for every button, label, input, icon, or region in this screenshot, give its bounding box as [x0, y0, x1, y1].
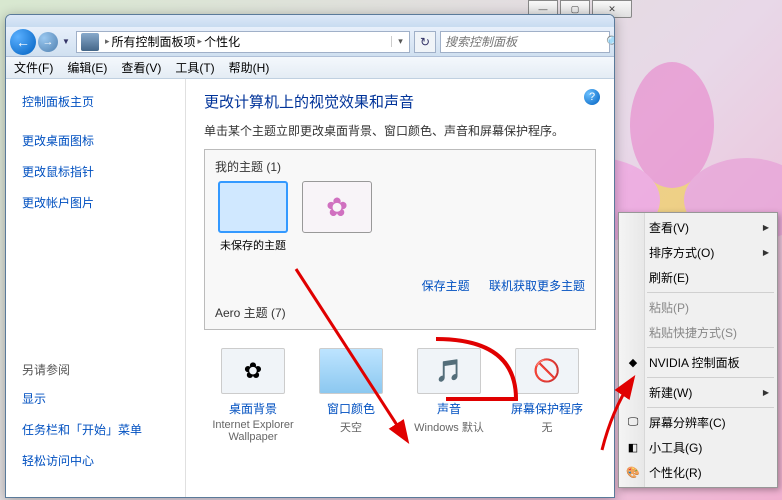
theme-label: 未保存的主题 [215, 237, 291, 253]
sounds-thumb: 🎵 [417, 348, 481, 394]
desktop-background-item[interactable]: ✿ 桌面背景 Internet Explorer Wallpaper [209, 348, 297, 443]
cm-resolution[interactable]: 🖵 屏幕分辨率(C) [621, 410, 775, 435]
personalization-window: ← → ▼ ▸ 所有控制面板项 ▸ 个性化 ▾ ↻ 🔍 文件(F) 编辑(E) … [5, 14, 615, 498]
bottom-settings-row: ✿ 桌面背景 Internet Explorer Wallpaper 窗口颜色 … [204, 348, 596, 443]
separator [647, 292, 774, 293]
help-icon[interactable]: ? [584, 89, 600, 105]
cm-refresh[interactable]: 刷新(E) [621, 265, 775, 290]
get-more-themes-link[interactable]: 联机获取更多主题 [489, 279, 585, 293]
cm-label: 屏幕分辨率(C) [649, 414, 726, 431]
cm-nvidia[interactable]: ◆ NVIDIA 控制面板 [621, 350, 775, 375]
cm-label: NVIDIA 控制面板 [649, 354, 740, 371]
sidebar-home[interactable]: 控制面板主页 [22, 93, 169, 110]
theme-preview[interactable] [299, 181, 375, 237]
theme-thumbnail [218, 181, 288, 233]
search-box[interactable]: 🔍 [440, 31, 610, 53]
gadget-icon: ◧ [625, 440, 641, 456]
menu-file[interactable]: 文件(F) [14, 59, 53, 76]
sidebar-item-taskbar[interactable]: 任务栏和「开始」菜单 [22, 421, 169, 438]
cm-sort[interactable]: 排序方式(O) [621, 240, 775, 265]
window-color-thumb [319, 348, 383, 394]
bottom-label: 屏幕保护程序 [503, 400, 591, 417]
bottom-sub: 天空 [307, 419, 395, 435]
sidebar-item-account-picture[interactable]: 更改帐户图片 [22, 194, 169, 211]
window-color-item[interactable]: 窗口颜色 天空 [307, 348, 395, 443]
cm-paste-shortcut: 粘贴快捷方式(S) [621, 320, 775, 345]
sidebar-item-ease-of-access[interactable]: 轻松访问中心 [22, 452, 169, 469]
search-input[interactable] [441, 35, 606, 49]
cm-paste: 粘贴(P) [621, 295, 775, 320]
page-subtitle: 单击某个主题立即更改桌面背景、窗口颜色、声音和屏幕保护程序。 [204, 122, 596, 139]
sidebar-see-also-header: 另请参阅 [22, 361, 169, 378]
separator [647, 347, 774, 348]
cm-view[interactable]: 查看(V) [621, 215, 775, 240]
separator [647, 377, 774, 378]
main-panel: ? 更改计算机上的视觉效果和声音 单击某个主题立即更改桌面背景、窗口颜色、声音和… [186, 79, 614, 497]
aero-themes-header: Aero 主题 (7) [215, 304, 585, 321]
menu-tools[interactable]: 工具(T) [175, 59, 214, 76]
cm-personalize[interactable]: 🎨 个性化(R) [621, 460, 775, 485]
save-theme-link[interactable]: 保存主题 [422, 279, 470, 293]
bottom-label: 桌面背景 [209, 400, 297, 417]
sidebar: 控制面板主页 更改桌面图标 更改鼠标指针 更改帐户图片 另请参阅 显示 任务栏和… [6, 79, 186, 497]
screensaver-item[interactable]: 🚫 屏幕保护程序 无 [503, 348, 591, 443]
search-icon[interactable]: 🔍 [606, 35, 615, 49]
themes-container: 我的主题 (1) 未保存的主题 保存主题 联机获取更多主题 Aero 主题 (7… [204, 149, 596, 330]
theme-thumbnail [302, 181, 372, 233]
cm-gadgets[interactable]: ◧ 小工具(G) [621, 435, 775, 460]
page-title: 更改计算机上的视觉效果和声音 [204, 91, 596, 112]
sounds-item[interactable]: 🎵 声音 Windows 默认 [405, 348, 493, 443]
menubar: 文件(F) 编辑(E) 查看(V) 工具(T) 帮助(H) [6, 57, 614, 79]
nvidia-icon: ◆ [625, 355, 641, 371]
back-button[interactable]: ← [10, 29, 36, 55]
desktop-bg-thumb: ✿ [221, 348, 285, 394]
sidebar-item-mouse-pointers[interactable]: 更改鼠标指针 [22, 163, 169, 180]
forward-button[interactable]: → [38, 32, 58, 52]
nav-history-dropdown[interactable]: ▼ [60, 32, 72, 52]
breadcrumb-sep-icon: ▸ [105, 36, 110, 47]
bottom-label: 声音 [405, 400, 493, 417]
menu-edit[interactable]: 编辑(E) [67, 59, 107, 76]
monitor-icon: 🖵 [625, 415, 641, 431]
bottom-label: 窗口颜色 [307, 400, 395, 417]
sidebar-item-desktop-icons[interactable]: 更改桌面图标 [22, 132, 169, 149]
bottom-sub: Windows 默认 [405, 419, 493, 435]
personalize-icon: 🎨 [625, 465, 641, 481]
cm-label: 小工具(G) [649, 439, 702, 456]
bottom-sub: Internet Explorer Wallpaper [209, 419, 297, 443]
control-panel-icon [81, 33, 99, 51]
cm-new[interactable]: 新建(W) [621, 380, 775, 405]
menu-view[interactable]: 查看(V) [121, 59, 161, 76]
content-area: 控制面板主页 更改桌面图标 更改鼠标指针 更改帐户图片 另请参阅 显示 任务栏和… [6, 79, 614, 497]
my-themes-header: 我的主题 (1) [215, 158, 585, 175]
breadcrumb-sep-icon: ▸ [198, 36, 203, 47]
breadcrumb-root[interactable]: 所有控制面板项 [112, 33, 196, 50]
titlebar[interactable] [6, 15, 614, 27]
address-dropdown-icon[interactable]: ▾ [391, 36, 409, 47]
cm-label: 个性化(R) [649, 464, 702, 481]
theme-unsaved[interactable]: 未保存的主题 [215, 181, 291, 253]
breadcrumb-current[interactable]: 个性化 [204, 33, 240, 50]
desktop-context-menu: 查看(V) 排序方式(O) 刷新(E) 粘贴(P) 粘贴快捷方式(S) ◆ NVI… [618, 212, 778, 488]
menu-help[interactable]: 帮助(H) [229, 59, 270, 76]
refresh-button[interactable]: ↻ [414, 31, 436, 53]
separator [647, 407, 774, 408]
address-bar[interactable]: ▸ 所有控制面板项 ▸ 个性化 ▾ [76, 31, 410, 53]
navbar: ← → ▼ ▸ 所有控制面板项 ▸ 个性化 ▾ ↻ 🔍 [6, 27, 614, 57]
sidebar-item-display[interactable]: 显示 [22, 390, 169, 407]
screensaver-thumb: 🚫 [515, 348, 579, 394]
bottom-sub: 无 [503, 419, 591, 435]
